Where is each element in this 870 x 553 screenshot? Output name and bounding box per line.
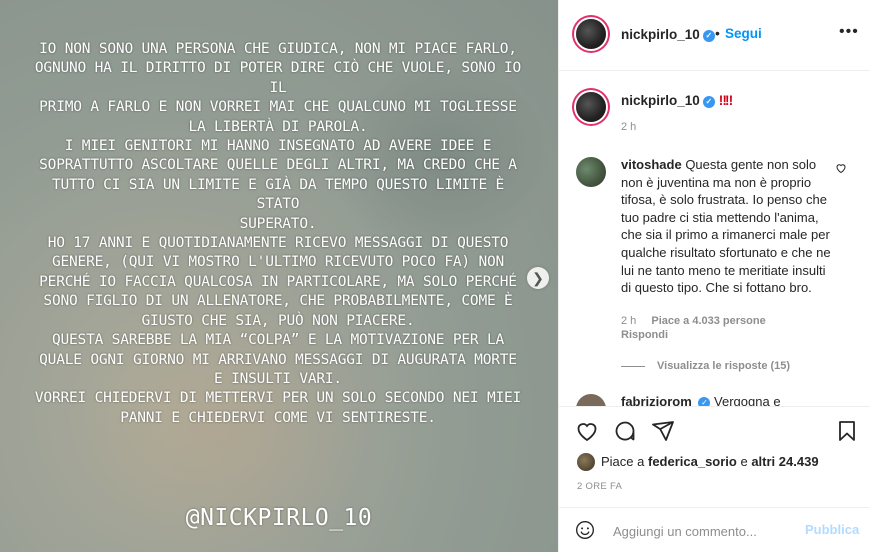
comment-username[interactable]: vitoshade xyxy=(621,157,682,172)
media-text-line: soprattutto ascoltare quelle degli altri… xyxy=(39,157,517,174)
comment-text: Vergogna e xyxy=(714,394,781,406)
media-text-line: la libertà di parola. xyxy=(188,118,368,135)
post-header: nickpirlo_10 ✓ • Segui ••• xyxy=(559,0,870,71)
liked-by-others[interactable]: altri 24.439 xyxy=(751,454,818,469)
media-text-line: Io non sono una persona che giudica, non… xyxy=(39,41,517,57)
media-text-line: ognuno ha il diritto di poter dire ciò c… xyxy=(34,60,522,96)
comment-avatar[interactable] xyxy=(576,157,606,187)
comment-body: fabriziorom ✓ Vergogna e xyxy=(621,394,781,406)
media-text-line: Ho 17 anni e quotidianamente ricevo mess… xyxy=(47,235,509,252)
save-bookmark-icon[interactable] xyxy=(835,419,859,443)
media-text-line: I miei genitori mi hanno insegnato ad av… xyxy=(64,138,492,155)
liked-by-text: Piace a federica_sorio e altri 24.439 xyxy=(577,453,819,471)
media-text-block: Io non sono una persona che giudica, non… xyxy=(28,40,528,428)
caption-username[interactable]: nickpirlo_10 ✓ ‼‼ xyxy=(621,93,733,108)
publish-button[interactable]: Pubblica xyxy=(805,522,859,537)
media-text-line: superato. xyxy=(239,215,317,232)
liked-by-user[interactable]: federica_sorio xyxy=(648,454,737,469)
media-text-line: panni e chiedervi come vi sentireste. xyxy=(120,409,436,426)
separator-dot: • xyxy=(715,25,720,41)
comment-input[interactable] xyxy=(611,520,795,542)
comment-item: fabriziorom ✓ Vergogna e xyxy=(559,388,870,406)
reply-button[interactable]: Rispondi xyxy=(621,329,668,341)
liked-by-prefix: Piace a xyxy=(601,454,648,469)
next-slide-button[interactable]: ❯ xyxy=(527,267,549,289)
chevron-right-icon: ❯ xyxy=(532,269,544,286)
post-media[interactable]: Io non sono una persona che giudica, non… xyxy=(0,0,558,552)
share-paper-plane-icon[interactable] xyxy=(651,419,675,443)
comment-avatar[interactable] xyxy=(576,394,606,406)
media-text-line: primo a farlo e non vorrei mai che qualc… xyxy=(39,99,517,116)
media-text-line: Vorrei chiedervi di mettervi per un solo… xyxy=(34,390,522,407)
follow-button[interactable]: Segui xyxy=(725,26,762,41)
caption-timestamp[interactable]: 2 h xyxy=(621,121,636,133)
more-options-icon[interactable]: ••• xyxy=(839,23,859,41)
verified-badge-icon: ✓ xyxy=(702,30,715,42)
comment-username[interactable]: fabriziorom xyxy=(621,394,692,406)
post-side-panel: nickpirlo_10 ✓ • Segui ••• nickpirlo_10 ✓ ‼… xyxy=(558,0,870,552)
media-text-line: e insulti vari. xyxy=(214,370,342,387)
media-handle-text: @nickpirlo_10 xyxy=(185,505,373,531)
media-text-line: perché io faccia qualcosa in particolare… xyxy=(39,273,517,290)
instagram-post-frame: Io non sono una persona che giudica, non… xyxy=(0,0,870,552)
comment-likes[interactable]: Piace a 4.033 persone xyxy=(651,315,765,327)
media-text-line: quale ogni giorno mi arrivano messaggi d… xyxy=(39,351,517,368)
emoji-icon[interactable] xyxy=(575,520,595,540)
avatar[interactable] xyxy=(576,19,606,49)
caption-avatar[interactable] xyxy=(576,92,606,122)
media-text-line: Questa sarebbe la mia “colpa” e la motiv… xyxy=(51,332,505,349)
media-text-line: tutto ci sia un limite e già da tempo qu… xyxy=(51,176,505,213)
comment-meta: 2 h Piace a 4.033 persone xyxy=(621,315,778,327)
caption-text: ‼‼ xyxy=(718,93,733,108)
header-username[interactable]: nickpirlo_10 ✓ xyxy=(621,27,715,42)
liked-by-avatar[interactable] xyxy=(577,453,595,471)
comment-timestamp[interactable]: 2 h xyxy=(621,315,636,327)
post-timestamp[interactable]: 2 ORE FA xyxy=(577,481,622,492)
heart-icon[interactable] xyxy=(835,162,847,177)
comment-body: vitoshade Questa gente non solo non è ju… xyxy=(621,156,831,297)
media-text-line: sono figlio di un allenatore, che probab… xyxy=(43,293,513,310)
verified-badge-icon: ✓ xyxy=(698,397,711,406)
comment-text: Questa gente non solo non è juventina ma… xyxy=(621,157,831,296)
comment-bubble-icon[interactable] xyxy=(613,419,637,443)
add-comment-bar: Pubblica xyxy=(559,507,870,553)
view-replies-button[interactable]: Visualizza le risposte (15) xyxy=(621,360,790,372)
post-actions: Piace a federica_sorio e altri 24.439 2 … xyxy=(559,406,870,552)
like-heart-icon[interactable] xyxy=(575,419,599,443)
liked-by-mid: e xyxy=(736,454,752,469)
verified-badge-icon: ✓ xyxy=(702,96,715,108)
media-text-line: genere, (qui vi mostro l'ultimo ricevuto… xyxy=(51,254,505,271)
media-text-line: giusto che sia, può non piacere. xyxy=(141,312,415,329)
